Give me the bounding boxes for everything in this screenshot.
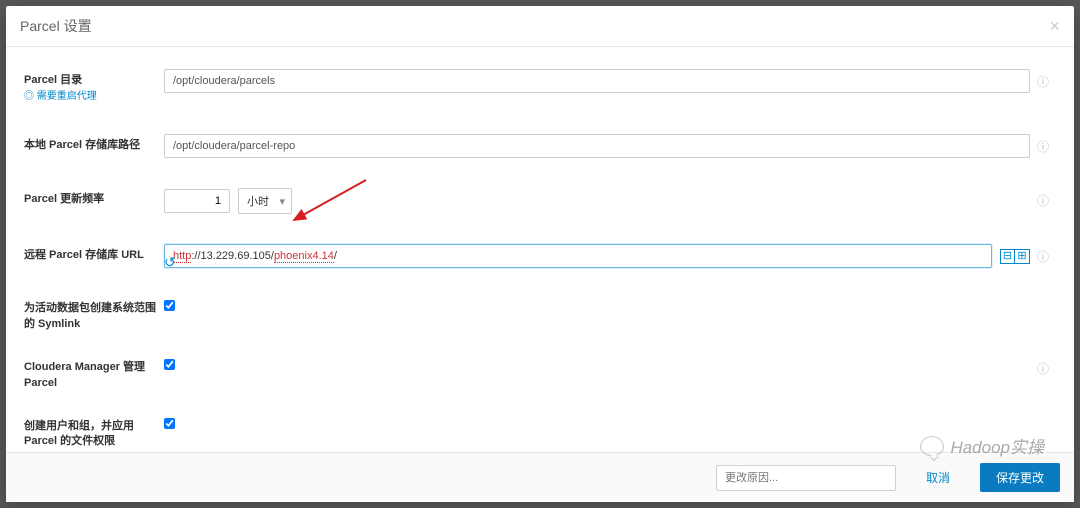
url-add-remove-group: ⊟ ⊞ [1000, 249, 1030, 264]
remove-url-icon[interactable]: ⊟ [1000, 249, 1015, 264]
row-local-repo: 本地 Parcel 存储库路径 ⓘ [24, 134, 1056, 158]
label-update-freq: Parcel 更新频率 [24, 188, 164, 207]
modal-title: Parcel 设置 [20, 16, 92, 36]
row-create-users: 创建用户和组，并应用 Parcel 的文件权限 [24, 415, 1056, 450]
close-icon[interactable]: × [1049, 17, 1060, 35]
row-cm-manage: Cloudera Manager 管理 Parcel ⓘ [24, 356, 1056, 391]
parcel-dir-input[interactable] [164, 69, 1030, 93]
parcel-settings-modal: Parcel 设置 × Parcel 目录 ◎ 需要重启代理 ⓘ 本地 Parc… [6, 6, 1074, 502]
cancel-button[interactable]: 取消 [910, 463, 966, 492]
label-create-users: 创建用户和组，并应用 Parcel 的文件权限 [24, 415, 164, 450]
row-symlink: 为活动数据包创建系统范围的 Symlink [24, 297, 1056, 332]
label-local-repo: 本地 Parcel 存储库路径 [24, 134, 164, 153]
help-icon[interactable]: ⓘ [1030, 69, 1056, 90]
symlink-checkbox[interactable] [164, 300, 175, 311]
remote-repo-url-input[interactable]: http://13.229.69.105/phoenix4.14/ [164, 244, 992, 268]
reset-icon[interactable]: ↺ [164, 254, 176, 270]
cm-manage-checkbox[interactable] [164, 359, 175, 370]
label-symlink: 为活动数据包创建系统范围的 Symlink [24, 297, 164, 332]
update-freq-unit-select[interactable]: 小时 [238, 188, 292, 214]
help-icon[interactable]: ⓘ [1030, 188, 1056, 209]
row-parcel-dir: Parcel 目录 ◎ 需要重启代理 ⓘ [24, 69, 1056, 104]
label-cm-manage: Cloudera Manager 管理 Parcel [24, 356, 164, 391]
row-update-freq: Parcel 更新频率 小时 ⓘ [24, 188, 1056, 214]
modal-footer: 取消 保存更改 [6, 452, 1074, 502]
add-url-icon[interactable]: ⊞ [1015, 249, 1030, 264]
local-repo-input[interactable] [164, 134, 1030, 158]
restart-note[interactable]: ◎ 需要重启代理 [24, 90, 164, 104]
modal-header: Parcel 设置 × [6, 6, 1074, 47]
label-remote-repo: 远程 Parcel 存储库 URL [24, 244, 164, 263]
help-icon[interactable]: ⓘ [1030, 356, 1056, 377]
save-button[interactable]: 保存更改 [980, 463, 1060, 492]
modal-body: Parcel 目录 ◎ 需要重启代理 ⓘ 本地 Parcel 存储库路径 ⓘ P… [6, 47, 1074, 452]
label-parcel-dir: Parcel 目录 ◎ 需要重启代理 [24, 69, 164, 104]
help-icon[interactable]: ⓘ [1030, 244, 1056, 265]
create-users-checkbox[interactable] [164, 418, 175, 429]
update-freq-number-input[interactable] [164, 189, 230, 213]
row-remote-repo: 远程 Parcel 存储库 URL http://13.229.69.105/p… [24, 244, 1056, 268]
help-icon[interactable]: ⓘ [1030, 134, 1056, 155]
change-reason-input[interactable] [716, 465, 896, 491]
